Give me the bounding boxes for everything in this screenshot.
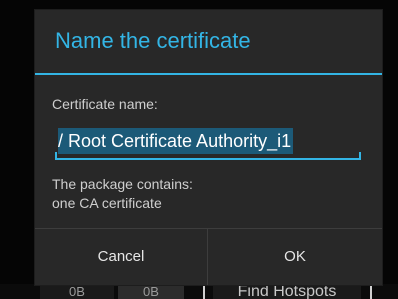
package-contents-line: one CA certificate <box>52 195 162 211</box>
input-underline <box>55 158 361 160</box>
certificate-name-label: Certificate name: <box>52 96 158 112</box>
package-contents-line: The package contains: <box>52 176 193 192</box>
input-underline-tick <box>359 152 361 160</box>
find-hotspots-button[interactable]: Find Hotspots <box>213 284 361 299</box>
title-divider <box>35 73 382 75</box>
name-certificate-dialog: Name the certificate Certificate name: /… <box>35 10 382 285</box>
dialog-title: Name the certificate <box>55 28 251 53</box>
background-data-cell: 0B <box>118 284 184 299</box>
certificate-name-value[interactable]: / Root Certificate Authority_i1 <box>58 128 294 154</box>
background-data-cell: 0B <box>40 284 114 299</box>
background-divider <box>370 286 372 299</box>
background-divider <box>203 286 205 299</box>
cancel-button[interactable]: Cancel <box>35 229 207 285</box>
certificate-name-input[interactable]: / Root Certificate Authority_i1 <box>55 122 361 160</box>
ok-button[interactable]: OK <box>208 229 382 285</box>
